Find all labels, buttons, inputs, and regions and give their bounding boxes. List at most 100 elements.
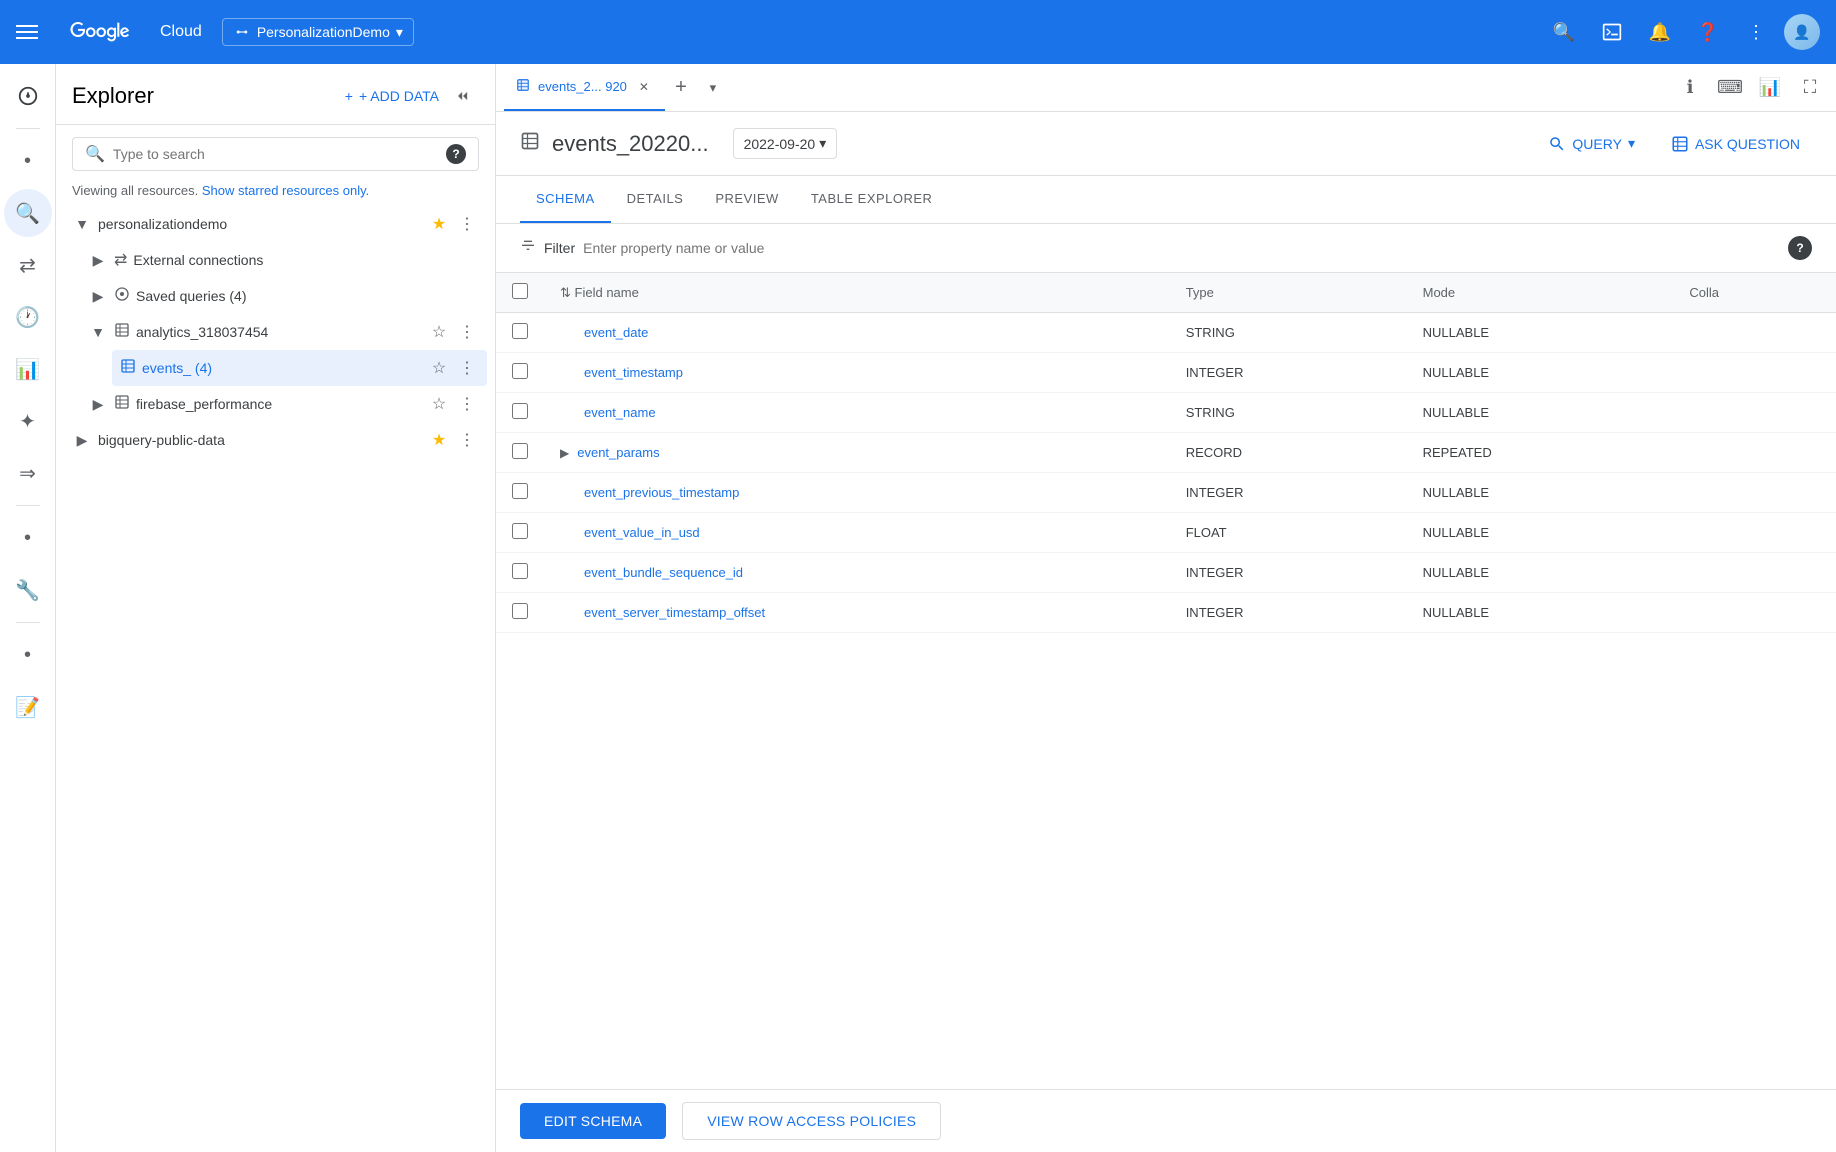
help-button[interactable]: ❓: [1688, 12, 1728, 52]
tree-item-saved-queries[interactable]: ▶ Saved queries (4): [80, 278, 487, 314]
rail-item-bigquery[interactable]: [4, 72, 52, 120]
toggle-personalizationdemo[interactable]: ▼: [72, 214, 92, 234]
chart-button[interactable]: 📊: [1752, 70, 1788, 106]
checkbox-event_date[interactable]: [512, 323, 528, 339]
date-selector[interactable]: 2022-09-20 ▾: [733, 128, 838, 159]
more-events[interactable]: ⋮: [455, 356, 479, 380]
checkbox-event_bundle_sequence_id[interactable]: [512, 563, 528, 579]
cell-mode-event_bundle_sequence_id: NULLABLE: [1407, 553, 1674, 593]
field-link-event_name[interactable]: event_name: [584, 405, 656, 420]
show-starred-link[interactable]: Show starred resources only.: [202, 183, 369, 198]
tab-table-explorer[interactable]: TABLE EXPLORER: [795, 176, 949, 223]
checkbox-event_previous_timestamp[interactable]: [512, 483, 528, 499]
checkbox-event_timestamp[interactable]: [512, 363, 528, 379]
cell-collation-event_value_in_usd: [1673, 513, 1836, 553]
user-avatar[interactable]: 👤: [1784, 14, 1820, 50]
tree-item-personalizationdemo[interactable]: ▼ personalizationdemo ★ ⋮: [64, 206, 487, 242]
tree-item-bigquery-public[interactable]: ▶ bigquery-public-data ★ ⋮: [64, 422, 487, 458]
star-firebase[interactable]: ☆: [427, 392, 451, 416]
filter-help-button[interactable]: ?: [1788, 236, 1812, 260]
google-cloud-logo[interactable]: Cloud: [50, 22, 202, 42]
query-dropdown-icon: ▾: [1628, 135, 1635, 152]
rail-item-transfers[interactable]: ⇄: [4, 241, 52, 289]
hamburger-menu[interactable]: [16, 25, 38, 39]
tree-item-analytics[interactable]: ▼ analytics_318037454 ☆ ⋮: [80, 314, 487, 350]
search-icon: 🔍: [85, 144, 105, 164]
cell-collation-event_previous_timestamp: [1673, 473, 1836, 513]
filter-row: Filter ?: [496, 224, 1836, 273]
ask-question-button[interactable]: ASK QUESTION: [1659, 129, 1812, 159]
field-link-event_previous_timestamp[interactable]: event_previous_timestamp: [584, 485, 739, 500]
tab-events[interactable]: events_2... 920 ✕: [504, 64, 665, 111]
star-bigquery-public[interactable]: ★: [427, 428, 451, 452]
sort-icon[interactable]: ⇅: [560, 285, 571, 300]
query-button[interactable]: QUERY ▾: [1536, 129, 1647, 159]
tab-bar-actions: ℹ ⌨ 📊 ⛶: [1672, 70, 1828, 106]
terminal-button[interactable]: [1592, 12, 1632, 52]
more-options-button[interactable]: ⋮: [1736, 12, 1776, 52]
toggle-firebase[interactable]: ▶: [88, 394, 108, 414]
keyboard-button[interactable]: ⌨: [1712, 70, 1748, 106]
field-link-event_params[interactable]: event_params: [577, 445, 659, 460]
toggle-saved-queries[interactable]: ▶: [88, 286, 108, 306]
checkbox-event_params[interactable]: [512, 443, 528, 459]
tab-details[interactable]: DETAILS: [611, 176, 700, 223]
checkbox-event_value_in_usd[interactable]: [512, 523, 528, 539]
icon-analytics: [114, 322, 130, 343]
notifications-button[interactable]: 🔔: [1640, 12, 1680, 52]
search-button[interactable]: 🔍: [1544, 12, 1584, 52]
rail-item-history[interactable]: 🕐: [4, 293, 52, 341]
toggle-external-connections[interactable]: ▶: [88, 250, 108, 270]
toggle-analytics[interactable]: ▼: [88, 322, 108, 342]
add-data-button[interactable]: + + ADD DATA: [337, 82, 447, 110]
add-tab-button[interactable]: +: [665, 72, 697, 104]
search-input[interactable]: [113, 146, 438, 162]
star-personalizationdemo[interactable]: ★: [427, 212, 451, 236]
collapse-panel-button[interactable]: [447, 80, 479, 112]
field-link-event_value_in_usd[interactable]: event_value_in_usd: [584, 525, 700, 540]
table-row: event_value_in_usd FLOAT NULLABLE: [496, 513, 1836, 553]
toggle-bigquery-public[interactable]: ▶: [72, 430, 92, 450]
tab-schema[interactable]: SCHEMA: [520, 176, 611, 223]
expand-event_params[interactable]: ▶: [560, 446, 569, 460]
tab-close-button[interactable]: ✕: [635, 78, 653, 96]
more-personalizationdemo[interactable]: ⋮: [455, 212, 479, 236]
rail-item-scheduled[interactable]: ⇒: [4, 449, 52, 497]
select-all-checkbox[interactable]: [512, 283, 528, 299]
tab-preview[interactable]: PREVIEW: [699, 176, 794, 223]
cell-mode-event_timestamp: NULLABLE: [1407, 353, 1674, 393]
rail-item-tools[interactable]: 🔧: [4, 566, 52, 614]
field-link-event_timestamp[interactable]: event_timestamp: [584, 365, 683, 380]
view-row-access-button[interactable]: VIEW ROW ACCESS POLICIES: [682, 1102, 941, 1140]
filter-input[interactable]: [583, 240, 1780, 256]
field-link-event_server_timestamp_offset[interactable]: event_server_timestamp_offset: [584, 605, 765, 620]
project-selector[interactable]: PersonalizationDemo ▾: [222, 18, 414, 46]
star-events[interactable]: ☆: [427, 356, 451, 380]
cell-field-event_previous_timestamp: event_previous_timestamp: [544, 473, 1170, 513]
tree-item-events[interactable]: events_ (4) ☆ ⋮: [112, 350, 487, 386]
edit-schema-button[interactable]: EDIT SCHEMA: [520, 1103, 666, 1139]
tree-item-firebase[interactable]: ▶ firebase_performance ☆ ⋮: [80, 386, 487, 422]
rail-item-starred[interactable]: ✦: [4, 397, 52, 445]
table-row: event_timestamp INTEGER NULLABLE: [496, 353, 1836, 393]
more-analytics[interactable]: ⋮: [455, 320, 479, 344]
checkbox-event_name[interactable]: [512, 403, 528, 419]
more-firebase[interactable]: ⋮: [455, 392, 479, 416]
rail-item-analytics[interactable]: 📊: [4, 345, 52, 393]
info-button[interactable]: ℹ: [1672, 70, 1708, 106]
tab-dropdown-button[interactable]: ▾: [697, 72, 729, 104]
project-dropdown-icon: ▾: [396, 24, 403, 41]
events-indent: events_ (4) ☆ ⋮: [80, 350, 487, 386]
tree-item-external-connections[interactable]: ▶ ⇄ External connections: [80, 242, 487, 278]
rail-item-notes[interactable]: 📝: [4, 683, 52, 731]
row-checkbox-event_date: [496, 313, 544, 353]
more-bigquery-public[interactable]: ⋮: [455, 428, 479, 452]
checkbox-event_server_timestamp_offset[interactable]: [512, 603, 528, 619]
rail-item-search[interactable]: 🔍: [4, 189, 52, 237]
field-link-event_bundle_sequence_id[interactable]: event_bundle_sequence_id: [584, 565, 743, 580]
star-analytics[interactable]: ☆: [427, 320, 451, 344]
search-help-button[interactable]: ?: [446, 144, 466, 164]
cell-type-event_server_timestamp_offset: INTEGER: [1170, 593, 1407, 633]
fullscreen-button[interactable]: ⛶: [1792, 70, 1828, 106]
field-link-event_date[interactable]: event_date: [584, 325, 648, 340]
